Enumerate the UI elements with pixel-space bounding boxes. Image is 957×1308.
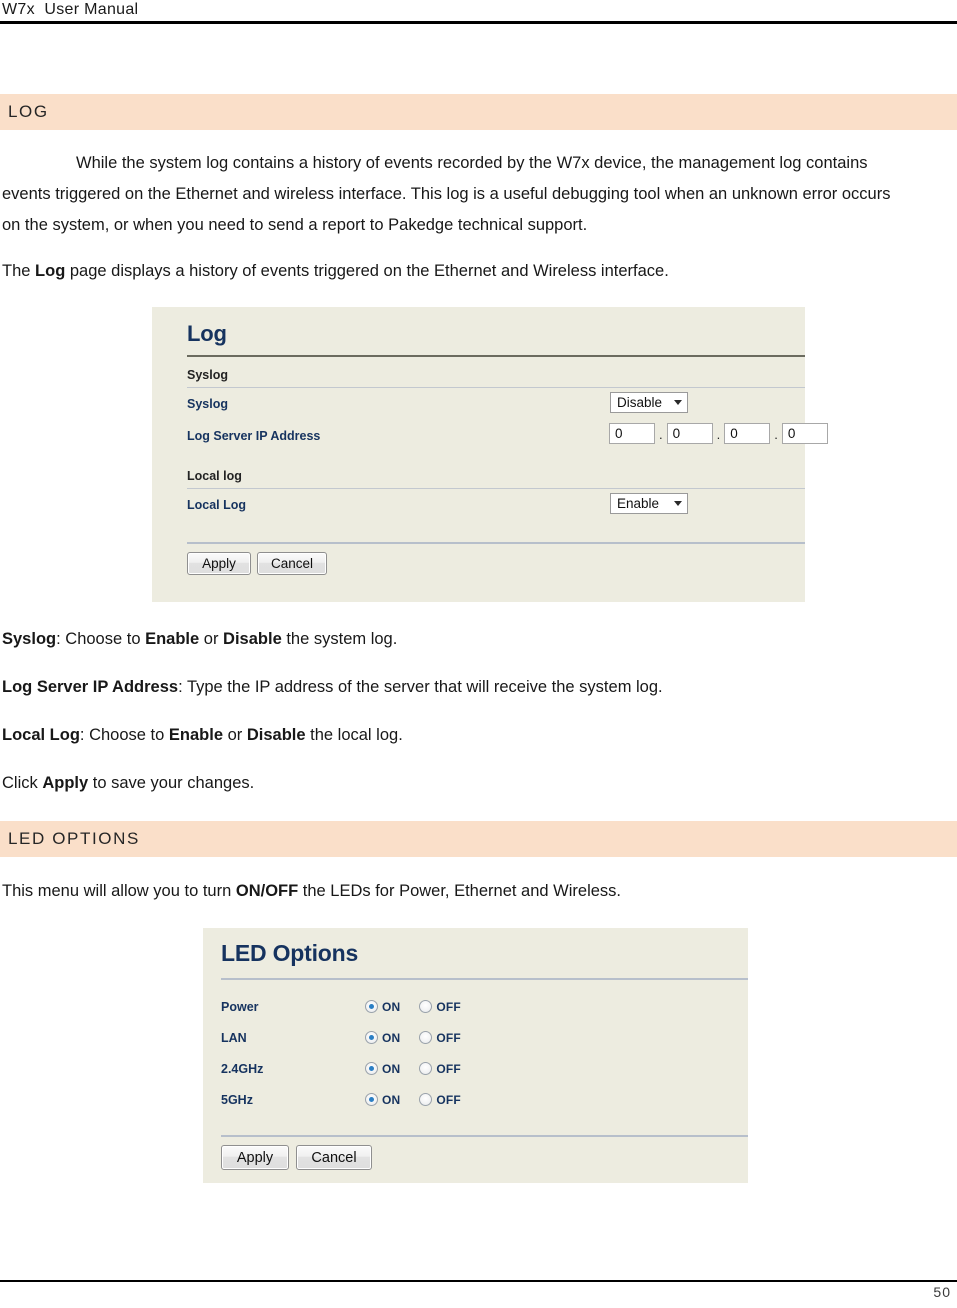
- ip-separator-2: .: [716, 427, 721, 442]
- description-syslog-term: Syslog: [2, 630, 57, 648]
- led-cancel-button[interactable]: Cancel: [296, 1145, 372, 1170]
- section-heading-led-options-text: LED OPTIONS: [8, 829, 140, 848]
- footer-divider-rule: [0, 1280, 957, 1282]
- log-server-ip-octet-3[interactable]: 0: [724, 423, 771, 444]
- log-group-syslog-rule: [187, 387, 805, 388]
- led-row-5ghz-options: ON OFF: [365, 1091, 461, 1109]
- description-local-log-bold-2: Disable: [246, 726, 306, 744]
- description-syslog-text-2: or: [199, 630, 224, 648]
- led-5ghz-off-radio[interactable]: [419, 1093, 433, 1107]
- log-server-ip-octet-4[interactable]: 0: [781, 423, 828, 444]
- apply-instruction: Click Apply to save your changes.: [0, 768, 957, 799]
- led-power-on-label: ON: [382, 999, 401, 1014]
- log-panel-footer-rule: [187, 542, 805, 544]
- section-heading-log: LOG: [0, 94, 957, 130]
- description-local-log-text-3: the local log.: [305, 726, 403, 744]
- log-group-label-local-log: Local log: [187, 469, 242, 483]
- led-panel-title-rule: [221, 978, 748, 980]
- log-field-label-syslog: Syslog: [187, 397, 228, 411]
- page-number: 50: [933, 1284, 951, 1300]
- page-header: W7x User Manual: [0, 0, 957, 26]
- led-apply-button[interactable]: Apply: [221, 1145, 289, 1170]
- description-syslog-bold-1: Enable: [145, 630, 200, 648]
- log-field-label-server-ip: Log Server IP Address: [187, 429, 321, 443]
- header-divider-rule: [0, 21, 957, 24]
- running-header-title: W7x User Manual: [2, 1, 139, 18]
- led-24ghz-off-radio[interactable]: [419, 1062, 433, 1076]
- led-24ghz-on-radio[interactable]: [365, 1062, 378, 1076]
- led-panel-footer-rule: [221, 1135, 748, 1137]
- description-syslog-text-3: the system log.: [281, 630, 398, 648]
- log-cancel-button[interactable]: Cancel: [257, 552, 327, 575]
- description-local-log: Local Log: Choose to Enable or Disable t…: [0, 720, 957, 751]
- description-local-log-text-2: or: [223, 726, 247, 744]
- led-row-lan-options: ON OFF: [365, 1029, 461, 1047]
- local-log-enable-select[interactable]: Enable: [610, 493, 688, 514]
- log-page-paragraph: The Log page displays a history of event…: [0, 256, 957, 287]
- led-options-screenshot: LED Options Power ON OFF LAN ON OFF 2.4G…: [203, 928, 748, 1183]
- log-page-paragraph-bold: Log: [35, 262, 66, 280]
- description-syslog-text-1: : Choose to: [56, 630, 146, 648]
- log-server-ip-octet-2[interactable]: 0: [666, 423, 713, 444]
- log-group-label-syslog: Syslog: [187, 368, 228, 382]
- led-row-label-lan: LAN: [221, 1031, 247, 1045]
- log-apply-button[interactable]: Apply: [187, 552, 251, 575]
- led-options-paragraph: This menu will allow you to turn ON/OFF …: [0, 876, 957, 907]
- led-row-24ghz-options: ON OFF: [365, 1060, 461, 1078]
- log-intro-paragraph: While the system log contains a history …: [2, 154, 891, 234]
- led-options-paragraph-pre: This menu will allow you to turn: [2, 882, 236, 900]
- description-log-server-ip: Log Server IP Address: Type the IP addre…: [0, 672, 957, 703]
- log-group-local-log-rule: [187, 488, 805, 489]
- page-content: LOG While the system log contains a hist…: [0, 26, 957, 1183]
- led-5ghz-off-label: OFF: [436, 1092, 461, 1107]
- description-local-log-term: Local Log: [2, 726, 80, 744]
- led-power-off-radio[interactable]: [419, 1000, 433, 1014]
- log-server-ip-group: 0 . 0 . 0 . 0: [609, 423, 828, 444]
- ip-separator-3: .: [774, 427, 778, 442]
- led-lan-off-label: OFF: [436, 1030, 461, 1045]
- syslog-select-value: Disable: [617, 395, 663, 410]
- led-24ghz-on-label: ON: [382, 1061, 401, 1076]
- chevron-down-icon: [674, 501, 682, 506]
- led-lan-on-label: ON: [382, 1030, 401, 1045]
- log-panel-title: Log: [187, 321, 227, 346]
- led-options-paragraph-bold: ON/OFF: [235, 882, 299, 900]
- apply-instruction-pre: Click: [2, 774, 43, 792]
- description-log-server-ip-term: Log Server IP Address: [2, 678, 179, 696]
- led-lan-on-radio[interactable]: [365, 1031, 378, 1045]
- led-panel-title: LED Options: [221, 940, 359, 966]
- section-heading-log-text: LOG: [8, 102, 49, 121]
- led-24ghz-off-label: OFF: [436, 1061, 461, 1076]
- local-log-select-value: Enable: [617, 496, 660, 511]
- description-syslog: Syslog: Choose to Enable or Disable the …: [0, 624, 957, 655]
- description-log-server-ip-text-1: : Type the IP address of the server that…: [178, 678, 663, 696]
- led-power-off-label: OFF: [436, 999, 461, 1014]
- led-5ghz-on-radio[interactable]: [365, 1093, 378, 1107]
- led-power-on-radio[interactable]: [365, 1000, 378, 1014]
- led-row-label-24ghz: 2.4GHz: [221, 1062, 264, 1076]
- log-panel-title-rule: [187, 355, 805, 357]
- ip-separator-1: .: [659, 427, 663, 442]
- led-row-label-power: Power: [221, 1000, 259, 1014]
- chevron-down-icon: [674, 400, 682, 405]
- log-page-paragraph-post: page displays a history of events trigge…: [65, 262, 669, 280]
- syslog-enable-select[interactable]: Disable: [610, 392, 688, 413]
- apply-instruction-bold: Apply: [42, 774, 89, 792]
- log-settings-screenshot: Log Syslog Syslog Disable Log Server IP …: [152, 307, 828, 602]
- description-local-log-text-1: : Choose to: [79, 726, 169, 744]
- led-row-label-5ghz: 5GHz: [221, 1093, 253, 1107]
- log-page-paragraph-pre: The: [2, 262, 36, 280]
- led-lan-off-radio[interactable]: [419, 1031, 433, 1045]
- page-footer: 50: [0, 1262, 957, 1308]
- apply-instruction-post: to save your changes.: [88, 774, 255, 792]
- description-local-log-bold-1: Enable: [168, 726, 224, 744]
- led-row-power-options: ON OFF: [365, 998, 461, 1016]
- section-heading-led-options: LED OPTIONS: [0, 821, 957, 857]
- description-syslog-bold-2: Disable: [223, 630, 282, 648]
- led-5ghz-on-label: ON: [382, 1092, 401, 1107]
- led-options-paragraph-post: the LEDs for Power, Ethernet and Wireles…: [298, 882, 622, 900]
- log-server-ip-octet-1[interactable]: 0: [609, 423, 655, 444]
- log-field-label-local-log: Local Log: [187, 498, 247, 512]
